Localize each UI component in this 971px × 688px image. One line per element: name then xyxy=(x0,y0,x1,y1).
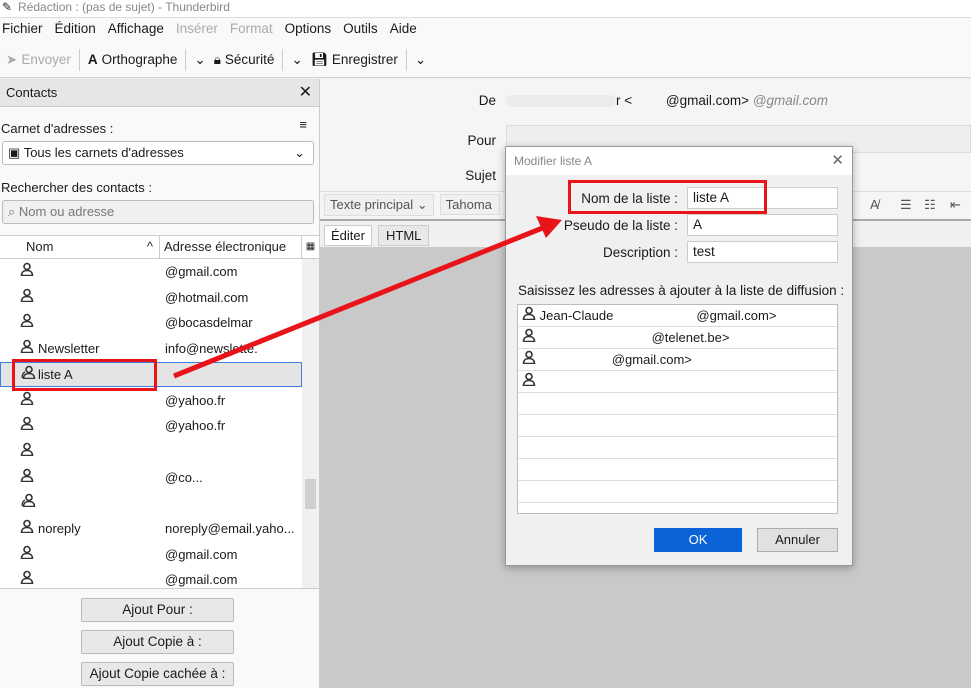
annotation-arrow xyxy=(173,216,562,379)
